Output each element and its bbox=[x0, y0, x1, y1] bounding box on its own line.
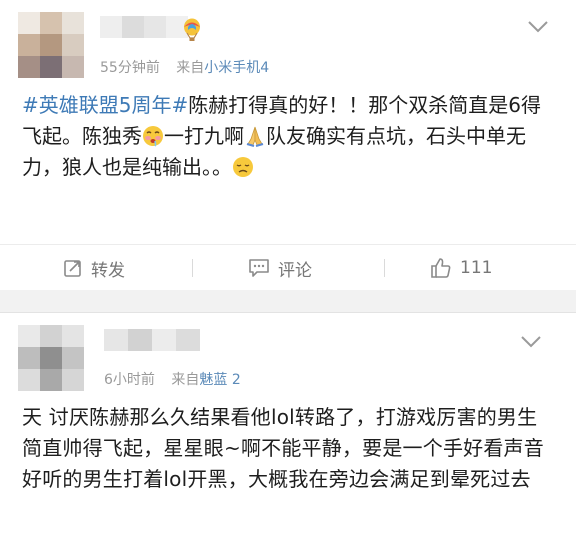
comment-icon bbox=[249, 259, 269, 277]
fire-balloon-icon bbox=[184, 18, 200, 41]
chevron-down-icon[interactable] bbox=[520, 335, 542, 349]
drooling-face-emoji bbox=[143, 126, 163, 147]
chevron-down-icon[interactable] bbox=[527, 20, 549, 34]
like-button[interactable]: 111 bbox=[430, 245, 492, 291]
like-count: 111 bbox=[460, 258, 493, 278]
thumbs-up-icon bbox=[431, 258, 451, 278]
post-text: 天 讨厌陈赫那么久结果看他lol转路了，打游戏厉害的男生简直帅得飞起，星星眼~啊… bbox=[22, 402, 557, 495]
feed-separator bbox=[0, 290, 576, 313]
action-divider bbox=[384, 259, 385, 277]
post-meta: 6小时前 来自魅蓝 2 bbox=[104, 369, 241, 389]
repost-label: 转发 bbox=[91, 260, 125, 281]
comment-label: 评论 bbox=[278, 260, 312, 281]
repost-button[interactable]: 转发 bbox=[63, 245, 125, 291]
post-source-link[interactable]: 魅蓝 2 bbox=[199, 372, 240, 388]
action-divider bbox=[192, 259, 193, 277]
praying-hands-emoji bbox=[246, 126, 264, 147]
post-text: #英雄联盟5周年#陈赫打得真的好！！那个双杀简直是6得飞起。陈独秀 一打九啊 队… bbox=[22, 90, 557, 183]
post-text-segment: 天 讨厌陈赫那么久结果看他lol转路了，打游戏厉害的男生简直帅得飞起，星星眼~啊… bbox=[22, 405, 544, 491]
username-blurred[interactable] bbox=[104, 329, 200, 351]
post-time: 55分钟前 bbox=[100, 60, 160, 76]
source-prefix: 来自 bbox=[171, 372, 200, 388]
comment-button[interactable]: 评论 bbox=[248, 245, 312, 291]
source-prefix: 来自 bbox=[176, 60, 205, 76]
post-source-link[interactable]: 小米手机4 bbox=[204, 60, 269, 76]
weibo-post: 55分钟前 来自小米手机4 #英雄联盟5周年#陈赫打得真的好！！那个双杀简直是6… bbox=[0, 0, 576, 291]
action-bar: 转发 评论 111 bbox=[0, 244, 576, 291]
avatar[interactable] bbox=[18, 325, 84, 391]
post-meta: 55分钟前 来自小米手机4 bbox=[100, 57, 269, 77]
post-text-segment: 一打九啊 bbox=[164, 124, 244, 148]
username-blurred[interactable] bbox=[100, 16, 188, 38]
post-time: 6小时前 bbox=[104, 372, 155, 388]
disappointed-face-emoji bbox=[233, 157, 253, 177]
weibo-post: 6小时前 来自魅蓝 2 天 讨厌陈赫那么久结果看他lol转路了，打游戏厉害的男生… bbox=[0, 313, 576, 539]
avatar[interactable] bbox=[18, 12, 84, 78]
hashtag-link[interactable]: #英雄联盟5周年# bbox=[22, 93, 188, 117]
repost-icon bbox=[64, 260, 81, 277]
